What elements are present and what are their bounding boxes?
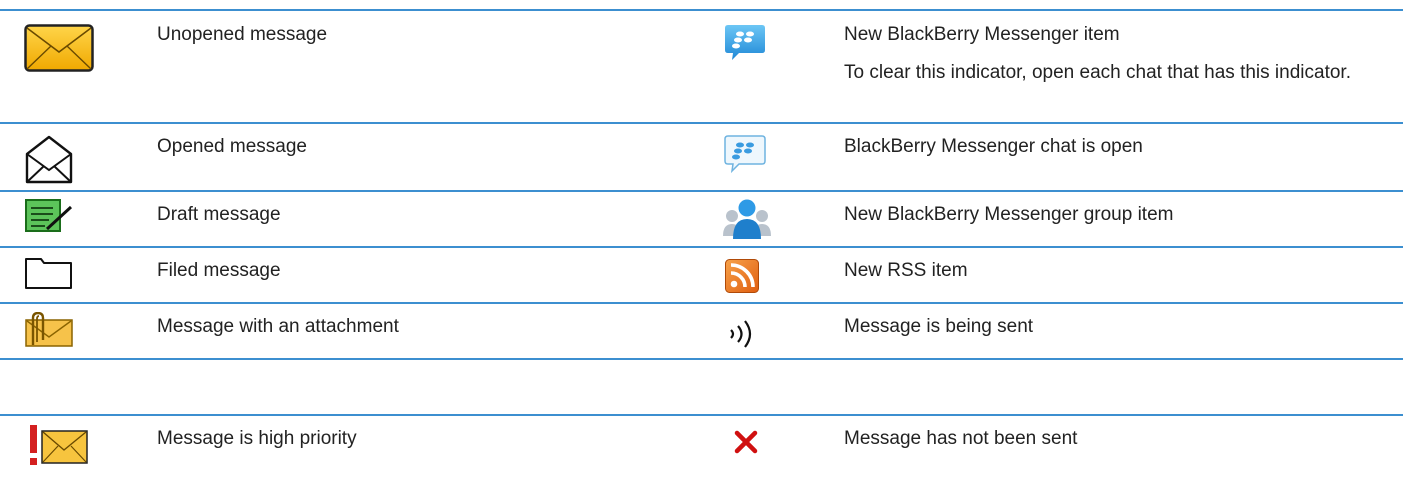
bbm-new-item-note: To clear this indicator, open each chat … [844, 62, 1351, 83]
bbm-group-item-label: New BlackBerry Messenger group item [844, 204, 1174, 225]
row-divider [0, 358, 1403, 360]
table-top-rule [0, 9, 1403, 11]
high-priority-envelope-icon [25, 424, 89, 468]
bbm-new-item-icon [723, 23, 767, 63]
bbm-new-item-label: New BlackBerry Messenger item [844, 24, 1120, 45]
unopened-envelope-icon [24, 24, 94, 72]
unopened-message-label: Unopened message [157, 24, 328, 45]
attachment-message-label: Message with an attachment [157, 316, 399, 337]
filed-message-label: Filed message [157, 260, 281, 281]
row-divider [0, 190, 1403, 192]
high-priority-message-label: Message is high priority [157, 428, 357, 449]
row-divider [0, 302, 1403, 304]
bbm-chat-open-icon [723, 134, 767, 174]
draft-message-label: Draft message [157, 204, 281, 225]
sending-icon [727, 318, 761, 350]
bbm-chat-open-label: BlackBerry Messenger chat is open [844, 136, 1143, 157]
rss-icon [725, 259, 759, 293]
draft-icon [25, 199, 73, 233]
not-sent-label: Message has not been sent [844, 428, 1078, 449]
bbm-group-icon [722, 196, 772, 240]
being-sent-label: Message is being sent [844, 316, 1034, 337]
rss-item-label: New RSS item [844, 260, 968, 281]
opened-message-label: Opened message [157, 136, 307, 157]
row-divider [0, 246, 1403, 248]
attachment-envelope-icon [25, 312, 73, 348]
row-divider [0, 414, 1403, 416]
folder-icon [25, 256, 73, 290]
opened-envelope-icon [25, 134, 73, 184]
row-divider [0, 122, 1403, 124]
not-sent-x-icon [734, 430, 758, 454]
